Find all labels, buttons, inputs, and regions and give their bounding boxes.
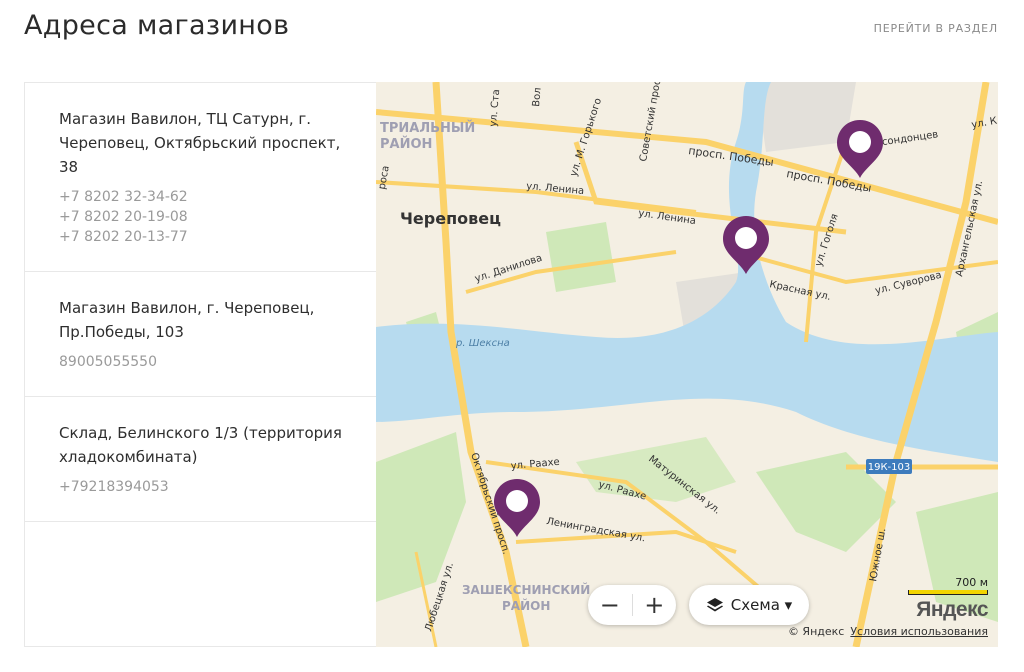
store-phones: 89005055550 bbox=[59, 352, 356, 372]
zoom-control: − + bbox=[588, 585, 676, 625]
store-phone[interactable]: +7 8202 20-13-77 bbox=[59, 227, 356, 247]
map-canvas[interactable]: 19К-103 ТРИАЛЬНЫЙ РАЙОН Череповец р. Шек… bbox=[376, 82, 998, 647]
terms-link[interactable]: Условия использования bbox=[850, 625, 988, 638]
store-phone[interactable]: +79218394053 bbox=[59, 477, 356, 497]
map-layer-label: Схема ▾ bbox=[730, 596, 793, 614]
page-title: Адреса магазинов bbox=[24, 10, 290, 41]
map-copyright: © Яндекс Условия использования bbox=[788, 625, 988, 638]
store-item[interactable]: Склад, Белинского 1/3 (территория хладок… bbox=[25, 397, 376, 522]
map-layer-button[interactable]: Схема ▾ bbox=[689, 585, 809, 625]
store-phones: +79218394053 bbox=[59, 477, 356, 497]
scale-bar bbox=[908, 590, 988, 595]
store-name: Магазин Вавилон, ТЦ Сатурн, г. Череповец… bbox=[59, 110, 341, 176]
section-header: Адреса магазинов ПЕРЕЙТИ В РАЗДЕЛ bbox=[24, 10, 998, 50]
scale-label: 700 м bbox=[955, 576, 988, 589]
store-phones: +7 8202 32-34-62 +7 8202 20-19-08 +7 820… bbox=[59, 187, 356, 247]
district-label: РАЙОН bbox=[502, 598, 550, 613]
store-item[interactable]: Магазин Вавилон, ТЦ Сатурн, г. Череповец… bbox=[25, 83, 376, 272]
district-label: РАЙОН bbox=[380, 136, 432, 152]
map-widget[interactable]: 19К-103 ТРИАЛЬНЫЙ РАЙОН Череповец р. Шек… bbox=[376, 82, 998, 647]
street-label: Вол bbox=[531, 87, 544, 107]
district-label: ЗАШЕКСНИНСКИЙ bbox=[462, 582, 590, 597]
store-name: Магазин Вавилон, г. Череповец, Пр.Победы… bbox=[59, 299, 315, 341]
zoom-in-button[interactable]: + bbox=[633, 585, 677, 625]
store-name: Склад, Белинского 1/3 (территория хладок… bbox=[59, 424, 342, 466]
zoom-out-button[interactable]: − bbox=[588, 585, 632, 625]
city-label: Череповец bbox=[400, 209, 501, 228]
store-phone[interactable]: 89005055550 bbox=[59, 352, 356, 372]
river-label: р. Шексна bbox=[455, 338, 510, 349]
map-scale: 700 м bbox=[908, 576, 988, 595]
yandex-logo[interactable]: Яндекс bbox=[916, 598, 988, 622]
goto-section-link[interactable]: ПЕРЕЙТИ В РАЗДЕЛ bbox=[874, 22, 998, 35]
layers-icon bbox=[706, 597, 724, 613]
copyright-text: © Яндекс bbox=[787, 625, 845, 638]
district-label: ТРИАЛЬНЫЙ bbox=[380, 120, 475, 136]
store-phone[interactable]: +7 8202 32-34-62 bbox=[59, 187, 356, 207]
store-phone[interactable]: +7 8202 20-19-08 bbox=[59, 207, 356, 227]
store-item[interactable]: Магазин Вавилон, г. Череповец, Пр.Победы… bbox=[25, 272, 376, 397]
store-list: Магазин Вавилон, ТЦ Сатурн, г. Череповец… bbox=[24, 82, 376, 647]
road-badge: 19К-103 bbox=[868, 462, 911, 473]
